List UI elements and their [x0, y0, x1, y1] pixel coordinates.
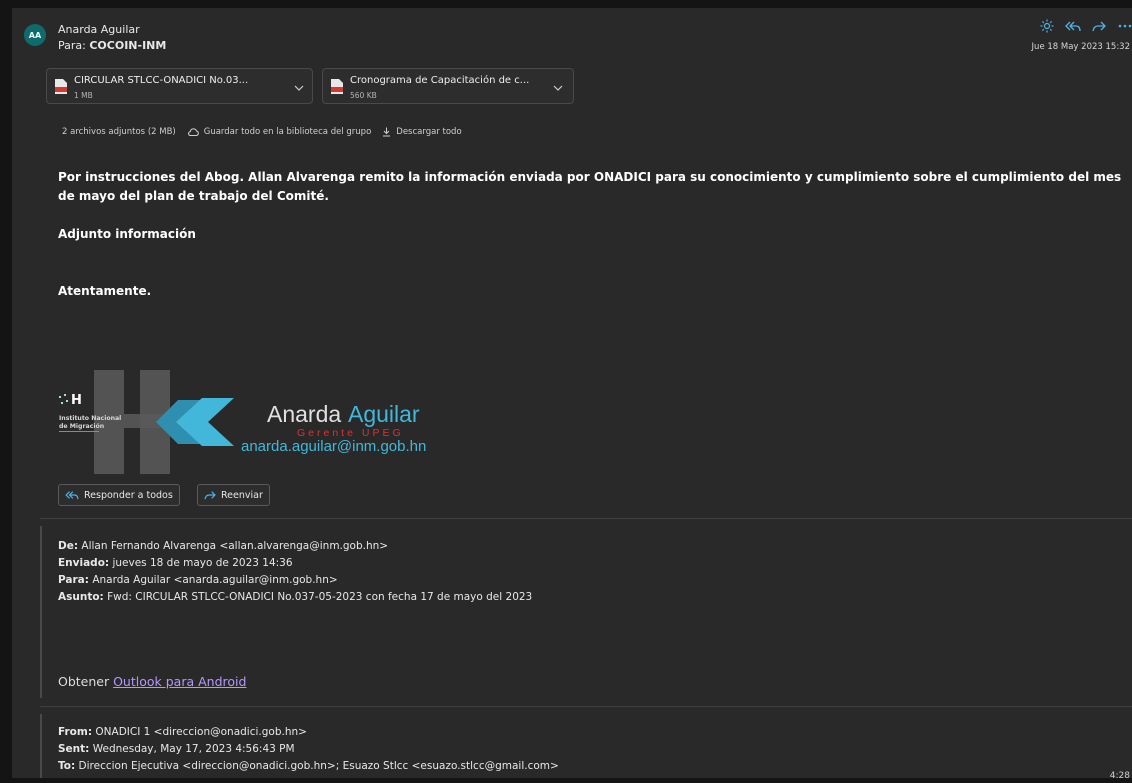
- inm-logo: H Instituto Nacional de Migración: [59, 370, 234, 474]
- original-from: From: ONADICI 1 <direccion@onadici.gob.h…: [58, 726, 307, 738]
- svg-text:de Migración: de Migración: [59, 422, 104, 430]
- svg-text:H: H: [71, 393, 82, 408]
- reply-all-label: Responder a todos: [84, 489, 173, 501]
- to-recipient[interactable]: COCOIN-INM: [89, 39, 166, 52]
- download-all-link[interactable]: Descargar todo: [382, 127, 462, 137]
- attachment-name: CIRCULAR STLCC-ONADICI No.03...: [74, 75, 249, 86]
- message-paragraph: Por instrucciones del Abog. Allan Alvare…: [58, 170, 1122, 203]
- reply-all-button[interactable]: Responder a todos: [58, 484, 180, 506]
- divider: [40, 706, 1132, 707]
- attachment-card[interactable]: CIRCULAR STLCC-ONADICI No.03... 1 MB: [46, 68, 313, 104]
- forwarded-from: De: Allan Fernando Alvarenga <allan.alva…: [58, 540, 389, 552]
- original-sent: Sent: Wednesday, May 17, 2023 4:56:43 PM: [58, 743, 295, 755]
- attachment-card[interactable]: Cronograma de Capacitación de c... 560 K…: [322, 68, 574, 104]
- forward-button[interactable]: Reenviar: [197, 484, 270, 506]
- to-prefix: Para:: [58, 39, 86, 52]
- sun-icon[interactable]: [1034, 16, 1060, 36]
- taskbar-strip: [0, 778, 1132, 783]
- sender-avatar[interactable]: AA: [24, 24, 46, 46]
- forwarded-subject: Asunto: Fwd: CIRCULAR STLCC-ONADICI No.0…: [58, 591, 533, 603]
- reply-all-icon: [65, 491, 79, 500]
- message-paragraph: Atentamente.: [58, 284, 152, 298]
- save-all-link[interactable]: Guardar todo en la biblioteca del grupo: [187, 127, 372, 137]
- original-to: To: Direccion Ejecutiva <direccion@onadi…: [58, 760, 559, 772]
- message-paragraph: Adjunto información: [58, 227, 196, 241]
- divider: [40, 518, 1132, 519]
- outlook-android-link[interactable]: Outlook para Android: [113, 674, 246, 689]
- signature-email: anarda.aguilar@inm.gob.hn: [241, 438, 426, 455]
- taskbar-time: 4:28: [1109, 771, 1130, 781]
- sent-date: Jue 18 May 2023 15:32: [1031, 42, 1130, 52]
- sender-name[interactable]: Anarda Aguilar: [58, 23, 140, 36]
- pdf-icon: [55, 79, 67, 94]
- email-signature: H Instituto Nacional de Migración Anarda…: [59, 370, 426, 474]
- reply-all-icon[interactable]: [1060, 16, 1086, 36]
- attachment-name: Cronograma de Capacitación de c...: [350, 75, 530, 86]
- signature-first-name: Anarda: [267, 401, 341, 427]
- quote-bar: [40, 526, 42, 698]
- to-line: Para: COCOIN-INM: [58, 39, 166, 52]
- more-icon[interactable]: [1112, 16, 1132, 36]
- chevron-down-icon[interactable]: [292, 81, 306, 95]
- quote-bar: [40, 714, 42, 778]
- pdf-icon: [331, 79, 343, 94]
- attachment-size: 560 KB: [350, 91, 377, 100]
- signature-last-name: Aguilar: [348, 401, 420, 427]
- attachments-count: 2 archivos adjuntos (2 MB): [62, 127, 176, 137]
- download-icon: [383, 127, 391, 137]
- forwarded-sent: Enviado: jueves 18 de mayo de 2023 14:36: [58, 557, 293, 569]
- svg-text:Instituto Nacional: Instituto Nacional: [59, 415, 121, 422]
- message-actions: [1034, 16, 1132, 36]
- forwarded-to: Para: Anarda Aguilar <anarda.aguilar@inm…: [58, 574, 338, 586]
- save-all-label: Guardar todo en la biblioteca del grupo: [203, 127, 372, 137]
- attachment-size: 1 MB: [74, 91, 93, 100]
- download-all-label: Descargar todo: [396, 127, 462, 137]
- chevron-down-icon[interactable]: [551, 81, 565, 95]
- attachments-info: 2 archivos adjuntos (2 MB) Guardar todo …: [62, 127, 462, 137]
- reading-pane: AA Anarda Aguilar Para: COCOIN-INM Jue 1…: [12, 8, 1132, 778]
- cloud-icon: [187, 128, 199, 136]
- forward-label: Reenviar: [221, 489, 263, 501]
- forward-icon: [204, 491, 216, 500]
- get-outlook-line: Obtener Outlook para Android: [58, 674, 247, 689]
- forward-icon[interactable]: [1086, 16, 1112, 36]
